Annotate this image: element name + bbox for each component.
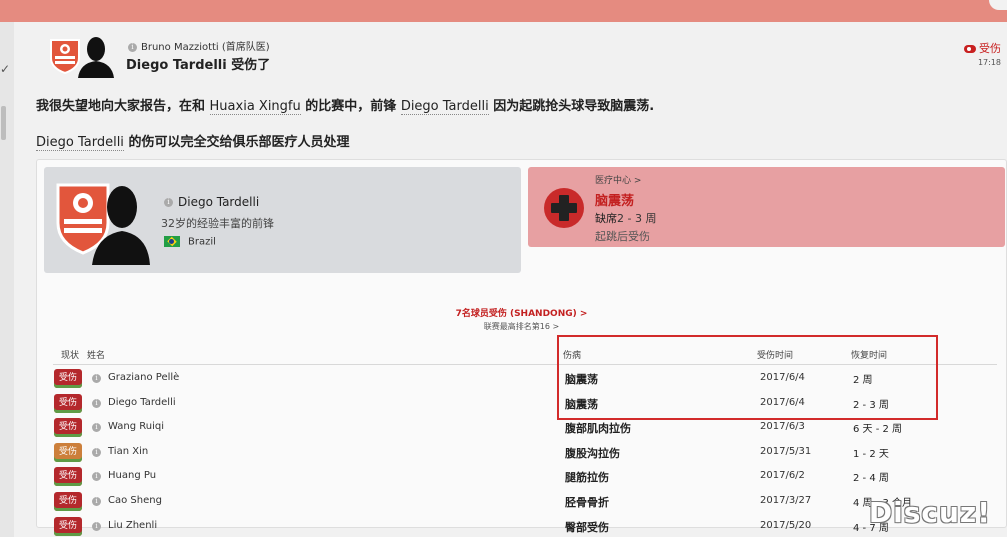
injury-name: 腹股沟拉伤 — [565, 447, 620, 460]
medical-centre-link[interactable]: 医疗中心 > — [595, 173, 641, 186]
report-text: 的伤可以完全交给俱乐部医疗人员处理 — [123, 135, 350, 150]
sender-line: i Bruno Mazziotti (首席队医) — [128, 38, 270, 53]
injury-panel: i Diego Tardelli 32岁的经验丰富的前锋 Brazil 医疗中心 … — [36, 159, 1007, 536]
player-name[interactable]: Wang Ruiqi — [108, 421, 164, 432]
injury-name: 臀部受伤 — [565, 521, 609, 534]
status-label: 受伤 — [979, 42, 1001, 55]
scrollbar-thumb[interactable] — [1, 106, 6, 140]
message-view: i Bruno Mazziotti (首席队医) Diego Tardelli 受… — [14, 22, 1007, 537]
column-name[interactable]: 姓名 — [87, 348, 105, 361]
info-icon[interactable]: i — [92, 472, 101, 481]
player-name[interactable]: Huang Pu — [108, 470, 156, 481]
window-corner[interactable] — [989, 0, 1007, 10]
player-card[interactable]: i Diego Tardelli 32岁的经验丰富的前锋 Brazil — [44, 167, 521, 273]
injury-date: 2017/6/3 — [760, 421, 805, 432]
medical-cross-icon — [544, 188, 584, 228]
player-name[interactable]: Liu Zhenli — [108, 520, 157, 531]
injury-date: 2017/5/31 — [760, 446, 812, 457]
injury-status-badge: 受伤 — [54, 443, 82, 462]
recovery-time: 1 - 2 天 — [853, 449, 889, 460]
table-row[interactable]: 受伤 i Cao Sheng 胫骨骨折 2017/3/27 4 周 - 3 个月 — [37, 490, 1006, 514]
info-icon[interactable]: i — [164, 198, 173, 207]
injury-date: 2017/3/27 — [760, 495, 812, 506]
nationality-name: Brazil — [188, 236, 216, 248]
injury-status-badge: 受伤 — [54, 418, 82, 437]
report-text: 的比赛中，前锋 — [300, 99, 401, 114]
player-name[interactable]: Tian Xin — [108, 446, 148, 457]
table-row[interactable]: 受伤 i Tian Xin 腹股沟拉伤 2017/5/31 1 - 2 天 — [37, 441, 1006, 465]
player-nationality: Brazil — [164, 236, 216, 248]
injury-cause: 起跳后受伤 — [595, 230, 650, 243]
injury-name: 腹部肌肉拉伤 — [565, 422, 631, 435]
injured-count-link[interactable]: 7名球员受伤 (SHANDONG) > — [37, 306, 1006, 319]
brazil-flag-icon — [164, 236, 180, 247]
staff-avatar — [78, 37, 114, 78]
recovery-time: 2 - 4 周 — [853, 473, 889, 484]
info-icon[interactable]: i — [92, 374, 101, 383]
out-duration: 2 - 3 周 — [617, 212, 657, 225]
out-label: 缺席 — [595, 212, 617, 225]
player-name[interactable]: Graziano Pellè — [108, 372, 179, 383]
injury-date: 2017/6/2 — [760, 470, 805, 481]
injury-name: 腿筋拉伤 — [565, 471, 609, 484]
player-avatar — [92, 186, 150, 265]
injury-duration: 缺席2 - 3 周 — [595, 210, 656, 226]
report-text: 我很失望地向大家报告，在和 — [36, 99, 210, 114]
highlight-annotation — [557, 335, 938, 420]
player-description: 32岁的经验丰富的前锋 — [161, 217, 274, 230]
injury-status-badge: 受伤 — [54, 492, 82, 511]
info-icon[interactable]: i — [92, 448, 101, 457]
sender-role: (首席队医) — [221, 42, 270, 53]
table-row[interactable]: 受伤 i Huang Pu 腿筋拉伤 2017/6/2 2 - 4 周 — [37, 465, 1006, 489]
report-line-2: Diego Tardelli 的伤可以完全交给俱乐部医疗人员处理 — [36, 131, 350, 151]
table-row[interactable]: 受伤 i Liu Zhenli 臀部受伤 2017/5/20 4 - 7 周 — [37, 515, 1006, 537]
player-name[interactable]: Diego Tardelli — [108, 397, 176, 408]
player-link[interactable]: Diego Tardelli — [400, 99, 489, 115]
watermark: Discuz! — [868, 496, 991, 529]
info-icon[interactable]: i — [92, 522, 101, 531]
opponent-link[interactable]: Huaxia Xingfu — [209, 99, 301, 115]
player-name[interactable]: Diego Tardelli — [178, 195, 259, 209]
injury-type: 脑震荡 — [595, 194, 635, 209]
sender-name[interactable]: Bruno Mazziotti — [141, 42, 219, 53]
injury-card[interactable]: 医疗中心 > 脑震荡 缺席2 - 3 周 起跳后受伤 — [528, 167, 1005, 247]
injury-date: 2017/5/20 — [760, 520, 812, 531]
top-bar — [0, 0, 1007, 22]
injury-name: 胫骨骨折 — [565, 496, 609, 509]
column-status[interactable]: 现状 — [61, 348, 79, 361]
player-name-line: i Diego Tardelli — [164, 195, 259, 209]
player-name[interactable]: Cao Sheng — [108, 495, 162, 506]
injury-status-badge: 受伤 — [54, 369, 82, 388]
injury-status-badge: 受伤 — [54, 394, 82, 413]
status-badge: 受伤 — [964, 40, 1001, 56]
info-icon[interactable]: i — [92, 497, 101, 506]
info-icon[interactable]: i — [128, 42, 137, 52]
info-icon[interactable]: i — [92, 423, 101, 432]
injury-status-badge: 受伤 — [54, 517, 82, 536]
info-icon[interactable]: i — [92, 399, 101, 408]
injury-status-badge: 受伤 — [54, 467, 82, 486]
left-gutter: ✓ — [0, 22, 14, 537]
recovery-time: 6 天 - 2 周 — [853, 424, 903, 435]
report-line-1: 我很失望地向大家报告，在和 Huaxia Xingfu 的比赛中，前锋 Dieg… — [36, 95, 655, 115]
check-icon[interactable]: ✓ — [0, 62, 10, 76]
message-time: 17:18 — [977, 58, 1001, 67]
league-ranking-link[interactable]: 联赛最高排名第16 > — [37, 321, 1006, 332]
message-title: Diego Tardelli 受伤了 — [126, 58, 271, 73]
report-text: 因为起跳抢头球导致脑震荡. — [488, 99, 655, 114]
injury-status-icon — [964, 45, 976, 53]
player-link[interactable]: Diego Tardelli — [36, 135, 124, 151]
message-header: i Bruno Mazziotti (首席队医) Diego Tardelli 受… — [14, 22, 1007, 84]
